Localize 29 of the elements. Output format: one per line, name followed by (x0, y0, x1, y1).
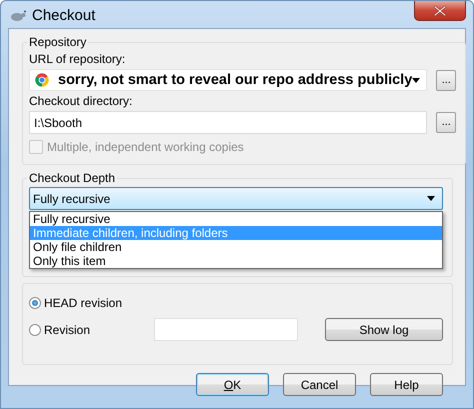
turtle-icon (10, 10, 26, 22)
dropdown-arrow-icon (427, 196, 435, 201)
field-label: URL of repository: (29, 52, 126, 66)
browse-button[interactable]: ... (436, 70, 456, 90)
dialog-button[interactable]: Help (370, 373, 443, 396)
directory-field[interactable]: I:\Sbooth (29, 111, 428, 134)
show-log-button[interactable]: Show log (325, 318, 443, 341)
dropdown-option[interactable]: Only this item (30, 254, 442, 268)
group-label: Repository (28, 35, 88, 49)
dialog-button[interactable]: OK (196, 373, 269, 396)
radio-label: HEAD revision (44, 296, 122, 310)
dropdown-option[interactable]: Fully recursive (30, 212, 442, 226)
field-label: Checkout directory: (29, 94, 134, 108)
dialog-button[interactable]: Cancel (283, 373, 356, 396)
radio-button[interactable] (29, 297, 41, 309)
group-label: Checkout Depth (28, 171, 116, 185)
revision-field[interactable] (154, 318, 298, 341)
dropdown-arrow-icon (412, 78, 420, 82)
browse-button[interactable]: ... (436, 112, 456, 133)
window-title: Checkout (32, 7, 96, 24)
close-icon (434, 6, 446, 16)
browser-icon (34, 72, 50, 88)
depth-dropdown[interactable]: Fully recursive (29, 187, 443, 210)
radio-button[interactable] (29, 324, 41, 336)
close-button[interactable] (414, 1, 466, 21)
url-combobox[interactable]: sorry, not smart to reveal our repo address publicly (29, 69, 428, 91)
checkbox-label: Multiple, independent working copies (47, 140, 244, 154)
radio-label: Revision (44, 322, 90, 336)
dropdown-option[interactable]: Only file children (30, 240, 442, 254)
